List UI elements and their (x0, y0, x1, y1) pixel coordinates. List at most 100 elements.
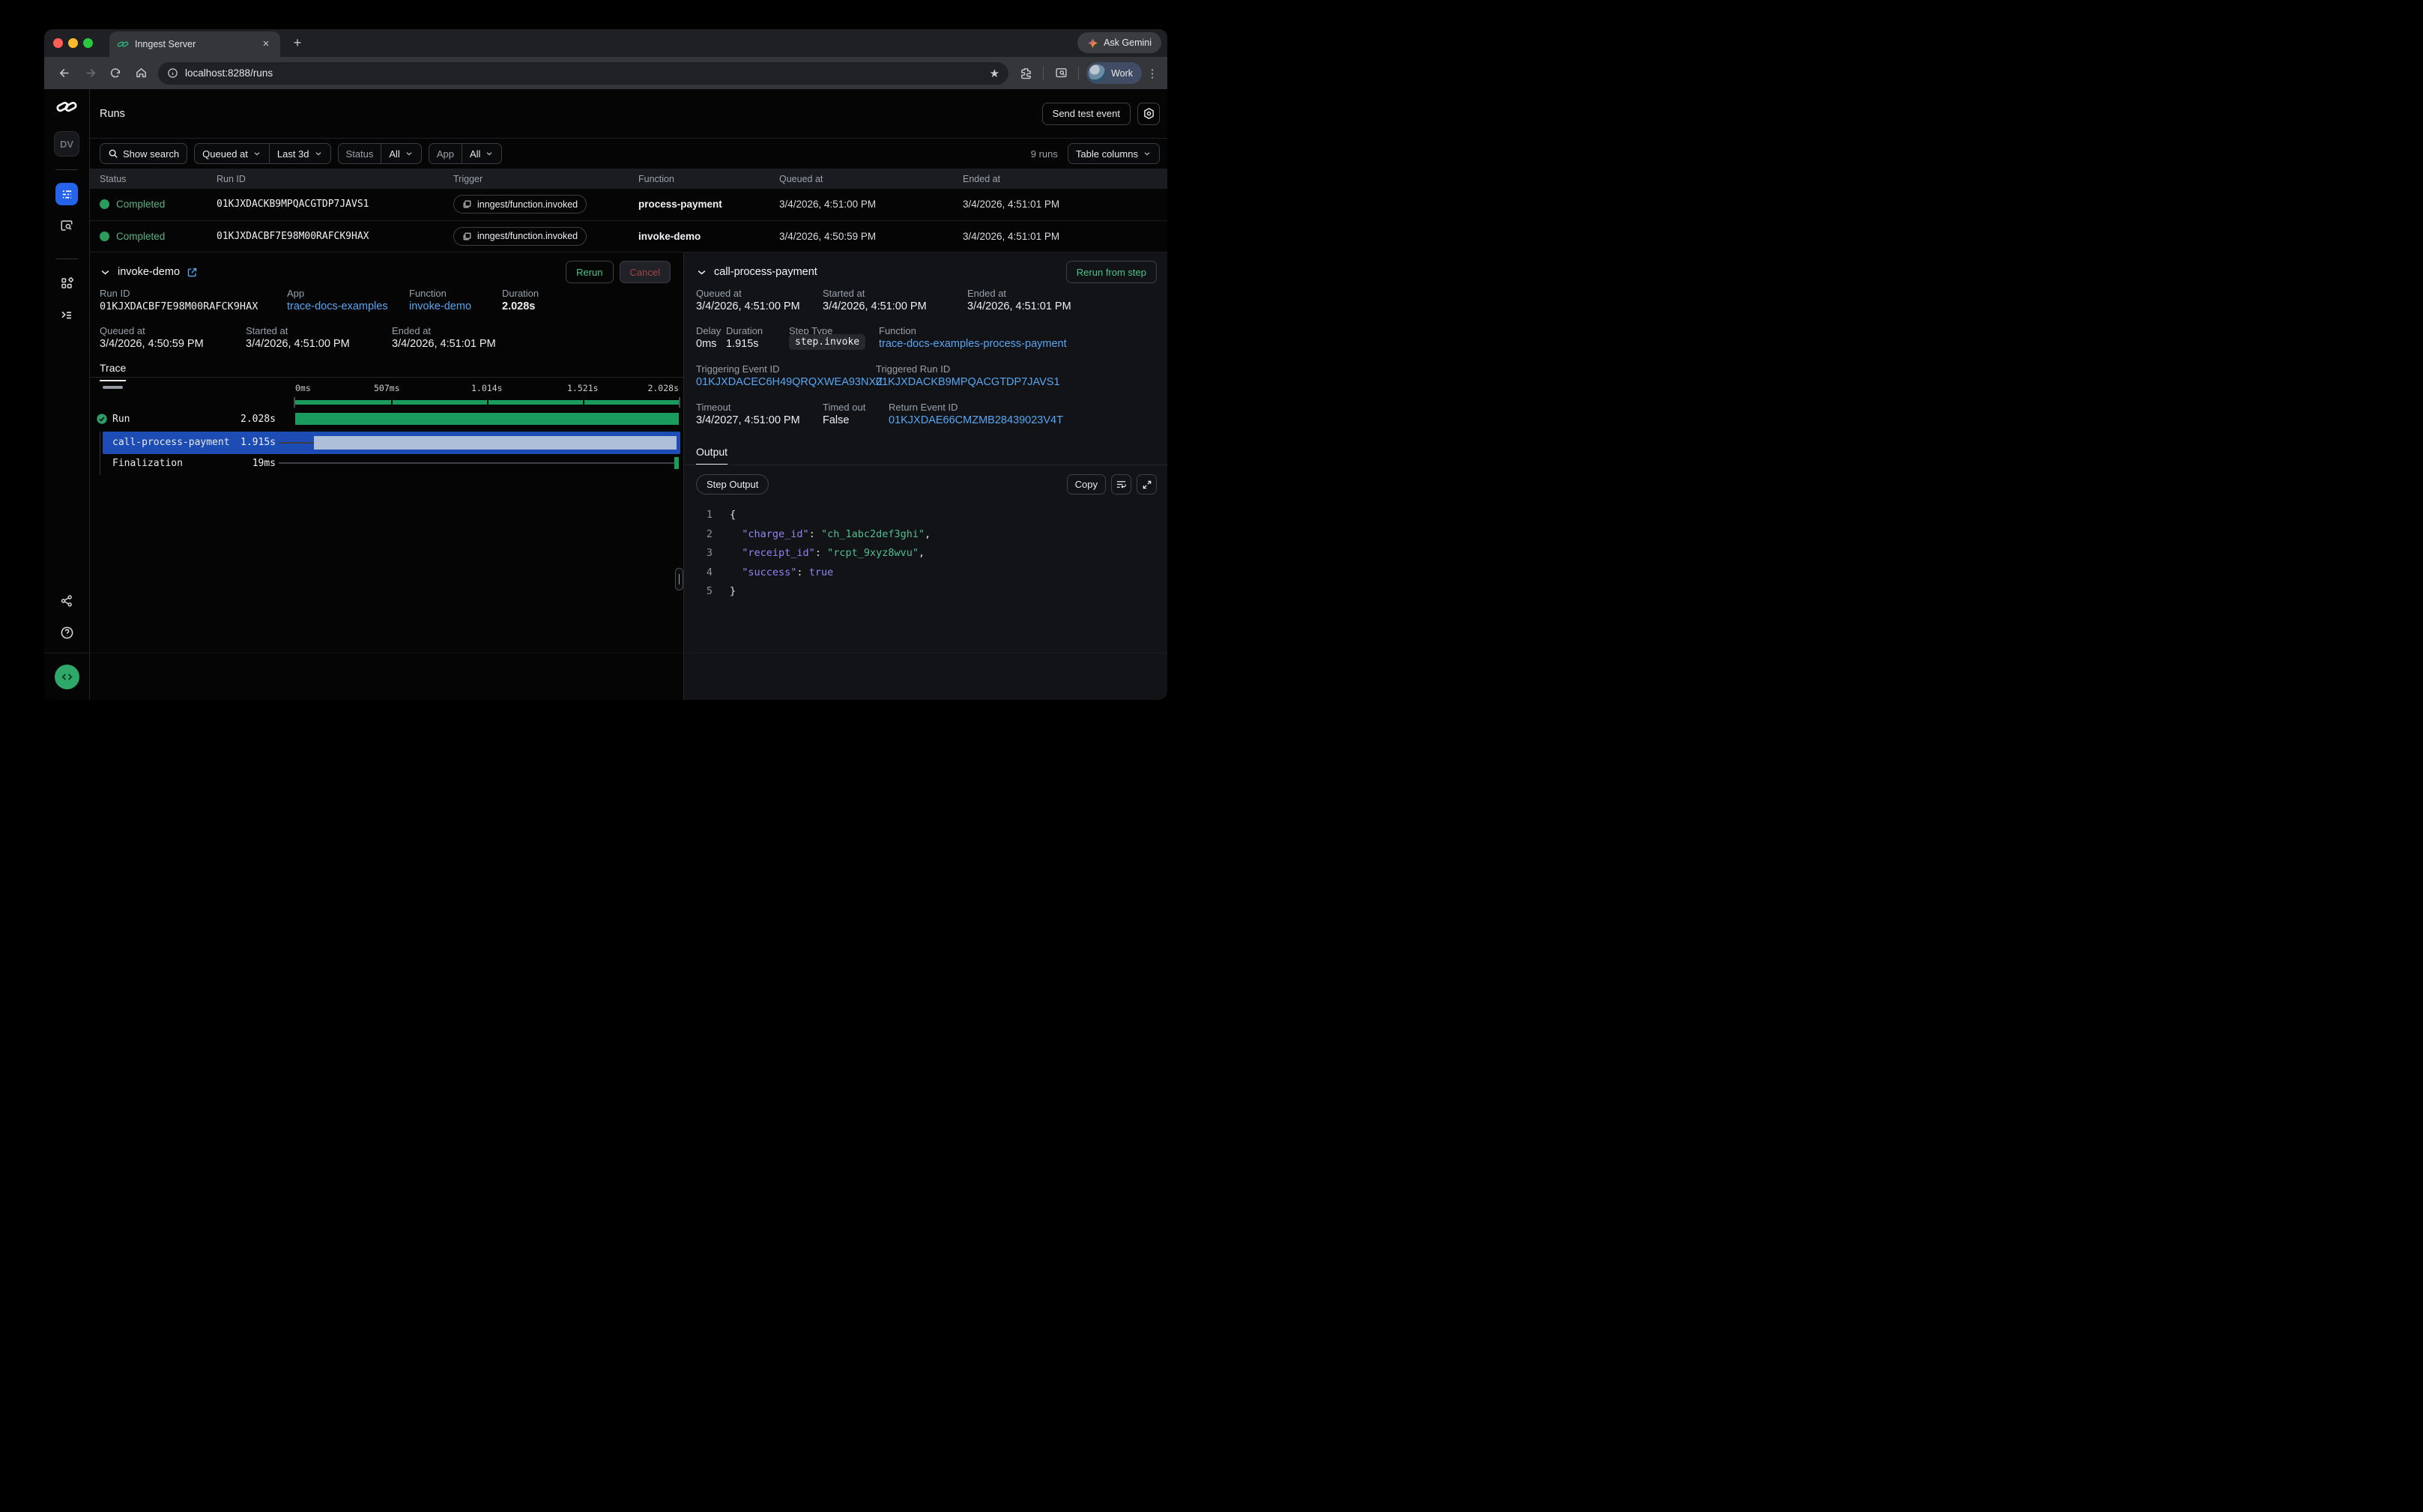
cancel-button[interactable]: Cancel (620, 261, 671, 283)
minimap-tick (487, 400, 488, 405)
url-text[interactable]: localhost:8288/runs (185, 67, 983, 79)
settings-gear-button[interactable] (1137, 103, 1160, 125)
side-panel-search-icon[interactable] (1050, 63, 1071, 84)
trace-row-duration: 19ms (202, 458, 276, 469)
queued-at-value: 3/4/2026, 4:51:00 PM (696, 300, 800, 312)
browser-menu-kebab-icon[interactable]: ⋮ (1145, 67, 1160, 80)
time-range-dropdown[interactable]: Last 3d (269, 144, 330, 163)
forward-icon[interactable] (79, 63, 100, 84)
ended-at-cell: 3/4/2026, 4:51:01 PM (963, 231, 1167, 242)
sidebar-bottom-strip (44, 653, 89, 700)
trace-bar-finalization[interactable] (674, 457, 679, 469)
sidebar-divider (55, 169, 78, 170)
toolbar-separator (1078, 67, 1079, 80)
line-number: 3 (696, 544, 713, 563)
browser-toolbar: localhost:8288/runs ★ Work ⋮ (44, 57, 1167, 89)
ruler-cap (679, 397, 680, 408)
triggered-run-id-link[interactable]: 01KJXDACKB9MPQACGTDP7JAVS1 (876, 376, 1060, 388)
share-icon[interactable] (55, 590, 78, 612)
avatar (1089, 64, 1106, 82)
zoom-window-button[interactable] (83, 38, 93, 48)
chevron-down-icon[interactable] (100, 267, 111, 278)
ended-at-cell: 3/4/2026, 4:51:01 PM (963, 199, 1167, 210)
home-icon[interactable] (130, 63, 151, 84)
ended-at-label: Ended at (392, 325, 431, 336)
sidebar-item-functions[interactable] (55, 303, 78, 326)
app-sidebar: DV (44, 89, 90, 700)
event-icon (462, 199, 472, 209)
browser-tab[interactable]: Inngest Server × (109, 31, 280, 57)
output-code-block[interactable]: 1 { 2 "charge_id": "ch_1abc2def3ghi", 3 … (696, 506, 1160, 602)
status-badge: Completed (116, 231, 165, 242)
time-filter-group: Queued at Last 3d (194, 143, 330, 164)
event-icon (462, 232, 472, 241)
toolbar-separator (1043, 67, 1044, 80)
status-filter-value[interactable]: All (381, 144, 420, 163)
wrap-lines-button[interactable] (1111, 474, 1131, 495)
trace-connector (279, 462, 674, 464)
ask-gemini-button[interactable]: Ask Gemini (1077, 32, 1161, 53)
return-event-id-link[interactable]: 01KJXDAE66CMZMB28439023V4T (889, 414, 1063, 426)
code-line: 5 } (696, 582, 1160, 602)
app-filter-value[interactable]: All (462, 144, 501, 163)
table-row[interactable]: Completed 01KJXDACKB9MPQACGTDP7JAVS1 inn… (90, 189, 1167, 221)
bookmark-star-icon[interactable]: ★ (990, 67, 999, 80)
site-info-icon[interactable] (167, 67, 178, 79)
table-columns-dropdown[interactable]: Table columns (1068, 143, 1160, 164)
ended-at-value: 3/4/2026, 4:51:01 PM (967, 300, 1071, 312)
help-icon[interactable] (55, 621, 78, 644)
chevron-down-icon (405, 149, 414, 158)
sidebar-item-event-search[interactable] (55, 214, 78, 237)
table-row[interactable]: Completed 01KJXDACBF7E98M00RAFCK9HAX inn… (90, 221, 1167, 253)
queued-at-cell: 3/4/2026, 4:51:00 PM (779, 199, 963, 210)
status-filter[interactable]: Status All (338, 143, 422, 164)
show-search-button[interactable]: Show search (100, 143, 187, 164)
app-link[interactable]: trace-docs-examples (287, 300, 388, 312)
trace-scrollbar-thumb[interactable] (103, 386, 123, 389)
trace-row-duration: 2.028s (202, 414, 276, 425)
extensions-puzzle-icon[interactable] (1015, 63, 1036, 84)
close-window-button[interactable] (53, 38, 63, 48)
triggered-run-id-label: Triggered Run ID (876, 363, 950, 375)
chevron-down-icon[interactable] (696, 267, 707, 278)
ended-at-label: Ended at (967, 288, 1006, 299)
expand-icon (1142, 480, 1152, 490)
trace-bar-run[interactable] (295, 413, 679, 425)
function-link[interactable]: invoke-demo (409, 300, 471, 312)
app-label: App (287, 288, 304, 299)
trace-bar-step[interactable] (314, 436, 677, 450)
new-tab-button[interactable]: + (288, 34, 306, 52)
function-link[interactable]: trace-docs-examples-process-payment (879, 338, 1067, 350)
profile-chip[interactable]: Work (1086, 62, 1142, 84)
reload-icon[interactable] (105, 63, 126, 84)
sidebar-divider (55, 258, 78, 259)
rerun-button[interactable]: Rerun (566, 261, 613, 283)
copy-button[interactable]: Copy (1067, 474, 1106, 495)
sidebar-item-runs[interactable] (55, 183, 78, 205)
send-test-event-button[interactable]: Send test event (1042, 103, 1131, 125)
external-link-icon[interactable] (187, 267, 198, 278)
step-output-pill[interactable]: Step Output (696, 474, 769, 495)
chevron-down-icon (252, 149, 261, 158)
app-badge[interactable]: DV (54, 131, 79, 157)
time-field-dropdown[interactable]: Queued at (195, 144, 269, 163)
app-filter[interactable]: App All (429, 143, 503, 164)
minimize-window-button[interactable] (68, 38, 78, 48)
tab-close-icon[interactable]: × (259, 37, 273, 51)
triggering-event-id-link[interactable]: 01KJXDACEC6H49QRQXWEA93NXZ (696, 376, 883, 388)
sidebar-item-apps[interactable] (55, 272, 78, 294)
url-bar[interactable]: localhost:8288/runs ★ (158, 62, 1008, 85)
tab-output[interactable]: Output (696, 446, 727, 465)
panel-resize-handle[interactable] (675, 568, 683, 590)
trace-row-name[interactable]: Run (112, 414, 130, 425)
delay-value: 0ms (696, 338, 716, 350)
dev-tools-button[interactable] (55, 665, 79, 689)
axis-tick: 507ms (374, 383, 400, 393)
queued-at-label: Queued at (696, 288, 742, 299)
trace-row-name[interactable]: Finalization (112, 458, 183, 469)
duration-value: 2.028s (502, 300, 535, 312)
rerun-from-step-button[interactable]: Rerun from step (1066, 261, 1157, 283)
expand-button[interactable] (1137, 474, 1157, 495)
search-icon (108, 148, 118, 159)
back-icon[interactable] (54, 63, 75, 84)
